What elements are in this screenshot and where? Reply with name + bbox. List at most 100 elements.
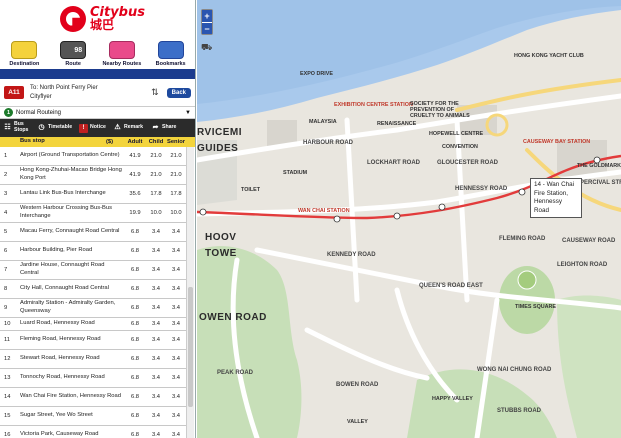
map-label: WAN CHAI STATION (298, 208, 350, 214)
fare-senior: 21.0 (170, 172, 182, 178)
fare-child: 3.4 (151, 320, 161, 327)
swap-direction-icon[interactable]: ⇅ (151, 87, 159, 98)
fare-child: 3.4 (151, 412, 161, 419)
stop-number: 10 (4, 320, 11, 327)
table-row[interactable]: 1 Airport (Ground Transportation Centre) 4… (0, 147, 186, 166)
map-label: EXPO DRIVE (300, 71, 333, 77)
stop-name: Fleming Road, Hennessy Road (20, 335, 101, 342)
table-row[interactable]: 6 Harbour Building, Pier Road 6.8 3.4 3.4 (0, 242, 186, 261)
tab-label: Route (65, 61, 81, 67)
stop-name: Macau Ferry, Connaught Road Central (20, 228, 120, 235)
toolbar-label: Remark (124, 124, 144, 131)
routing-selector[interactable]: 1 Normal Routeing ▼ (0, 107, 195, 119)
table-row[interactable]: 11 Fleming Road, Hennessy Road 6.8 3.4 3.4 (0, 331, 186, 350)
route-destination: To: North Point Ferry Pier (30, 85, 98, 92)
brand-name-zh: 城巴 (90, 18, 115, 32)
toolbar-label: Timetable (48, 124, 73, 131)
header-adult: Adult (127, 139, 143, 145)
table-row[interactable]: 4 Western Harbour Crossing Bus-Bus Interc… (0, 204, 186, 223)
table-row[interactable]: 12 Stewart Road, Hennessy Road 6.8 3.4 3.4 (0, 350, 186, 369)
fare-senior: 21.0 (170, 153, 182, 159)
zoom-in-button[interactable]: + (202, 10, 212, 22)
timetable-button[interactable]: ◷ Timetable (34, 124, 76, 133)
stop-name: Airport (Ground Transportation Centre) (20, 152, 120, 159)
fare-senior: 3.4 (171, 336, 181, 343)
fare-adult: 41.9 (129, 172, 141, 178)
table-row[interactable]: 16 Victoria Park, Causeway Road 6.8 3.4 3.4 (0, 426, 186, 438)
tab-bookmarks[interactable]: Bookmarks (146, 37, 195, 69)
fare-child: 21.0 (150, 153, 162, 159)
fare-senior: 3.4 (171, 431, 181, 438)
bus-stops-icon: ☷ (4, 124, 11, 132)
route-map[interactable]: + − ⛟ EXPO DRIVE EXHIBITION CENTRE STATIO… (197, 0, 621, 438)
scrollbar-thumb[interactable] (188, 287, 193, 407)
chevron-down-icon: ▼ (185, 109, 191, 116)
zoom-out-button[interactable]: − (202, 22, 212, 34)
table-row[interactable]: 5 Macau Ferry, Connaught Road Central 6.8 3… (0, 223, 186, 242)
clock-icon: ◷ (38, 124, 45, 132)
stop-number: 13 (4, 374, 11, 381)
stop-list-scrollbar[interactable] (186, 147, 194, 438)
fare-adult: 6.8 (130, 374, 140, 381)
table-row[interactable]: 2 Hong Kong-Zhuhai-Macao Bridge Hong Kong… (0, 166, 186, 185)
fare-child: 3.4 (151, 336, 161, 343)
map-label: GLOUCESTER ROAD (437, 160, 499, 166)
tab-underline-bar (0, 69, 195, 79)
route-toolbar: ☷ Bus Stops ◷ Timetable ! Notice ⚠ Remar… (0, 119, 195, 137)
map-label: HOOV (205, 232, 237, 243)
map-label: EXHIBITION CENTRE STATION (334, 102, 413, 108)
table-row[interactable]: 3 Lantau Link Bus-Bus Interchange 35.6 17.8… (0, 185, 186, 204)
back-button[interactable]: Back (166, 87, 191, 98)
map-label: CONVENTION (442, 144, 478, 150)
fare-senior: 3.4 (171, 286, 181, 292)
fare-child: 3.4 (151, 393, 161, 400)
table-row[interactable]: 15 Sugar Street, Yee Wo Street 6.8 3.4 3.4 (0, 407, 186, 426)
route-operator: Cityflyer (30, 93, 52, 100)
tab-destination[interactable]: Destination (0, 37, 49, 69)
bus-stops-button[interactable]: ☷ Bus Stops (0, 121, 34, 133)
stop-name: Lantau Link Bus-Bus Interchange (20, 190, 106, 197)
notice-button[interactable]: ! Notice (76, 123, 110, 133)
stop-name: City Hall, Connaught Road Central (20, 285, 109, 292)
brand-logo[interactable]: Citybus 城巴 (90, 6, 145, 31)
fare-senior: 3.4 (171, 267, 181, 273)
tab-route[interactable]: 98 Route (49, 37, 98, 69)
map-label: PEAK ROAD (217, 370, 254, 376)
map-label: LOCKHART ROAD (367, 160, 420, 166)
stop-number: 15 (4, 412, 11, 419)
map-label: OWEN ROAD (199, 312, 267, 323)
tab-nearby-routes[interactable]: Nearby Routes (98, 37, 147, 69)
share-button[interactable]: ➦ Share (148, 124, 180, 133)
table-row[interactable]: 8 City Hall, Connaught Road Central 6.8 3.4… (0, 280, 186, 299)
stop-number: 2 (4, 172, 8, 178)
stop-name: Tonnochy Road, Hennessy Road (20, 373, 105, 380)
fare-senior: 3.4 (171, 355, 181, 362)
map-label: TOWE (205, 248, 237, 259)
map-label: MALAYSIA (309, 119, 337, 125)
stop-name: Sugar Street, Yee Wo Street (20, 411, 93, 418)
table-row[interactable]: 10 Luard Road, Hennessy Road 6.8 3.4 3.4 (0, 318, 186, 331)
fare-child: 21.0 (150, 172, 162, 178)
fare-adult: 6.8 (130, 305, 140, 311)
remark-button[interactable]: ⚠ Remark (110, 124, 148, 133)
stop-name: Stewart Road, Hennessy Road (20, 354, 100, 361)
fare-adult: 6.8 (130, 431, 140, 438)
fare-adult: 6.8 (130, 336, 140, 343)
header-bus-stop: Bus stop (20, 138, 45, 145)
table-row[interactable]: 7 Jardine House, Connaught Road Central 6.… (0, 261, 186, 280)
stop-number: 4 (4, 210, 8, 216)
fare-table-header: Bus stop ($) Adult Child Senior (0, 137, 195, 147)
route-panel: Citybus 城巴 Destination 98 Route Nearby R… (0, 0, 196, 438)
route-number-badge: A11 (4, 86, 24, 99)
street-view-icon[interactable]: ⛟ (201, 42, 213, 52)
fare-child: 3.4 (151, 286, 161, 292)
table-row[interactable]: 14 Wan Chai Fire Station, Hennessy Road 6.… (0, 388, 186, 407)
warning-icon: ⚠ (114, 124, 121, 132)
map-label: HOPEWELL CENTRE (429, 131, 484, 137)
table-row[interactable]: 9 Admiralty Station - Admiralty Garden, Q… (0, 299, 186, 318)
stop-name: Luard Road, Hennessy Road (20, 319, 95, 326)
table-row[interactable]: 13 Tonnochy Road, Hennessy Road 6.8 3.4 3.4 (0, 369, 186, 388)
fare-child: 3.4 (151, 431, 161, 438)
stop-number: 6 (4, 248, 8, 254)
fare-child: 3.4 (151, 305, 161, 311)
